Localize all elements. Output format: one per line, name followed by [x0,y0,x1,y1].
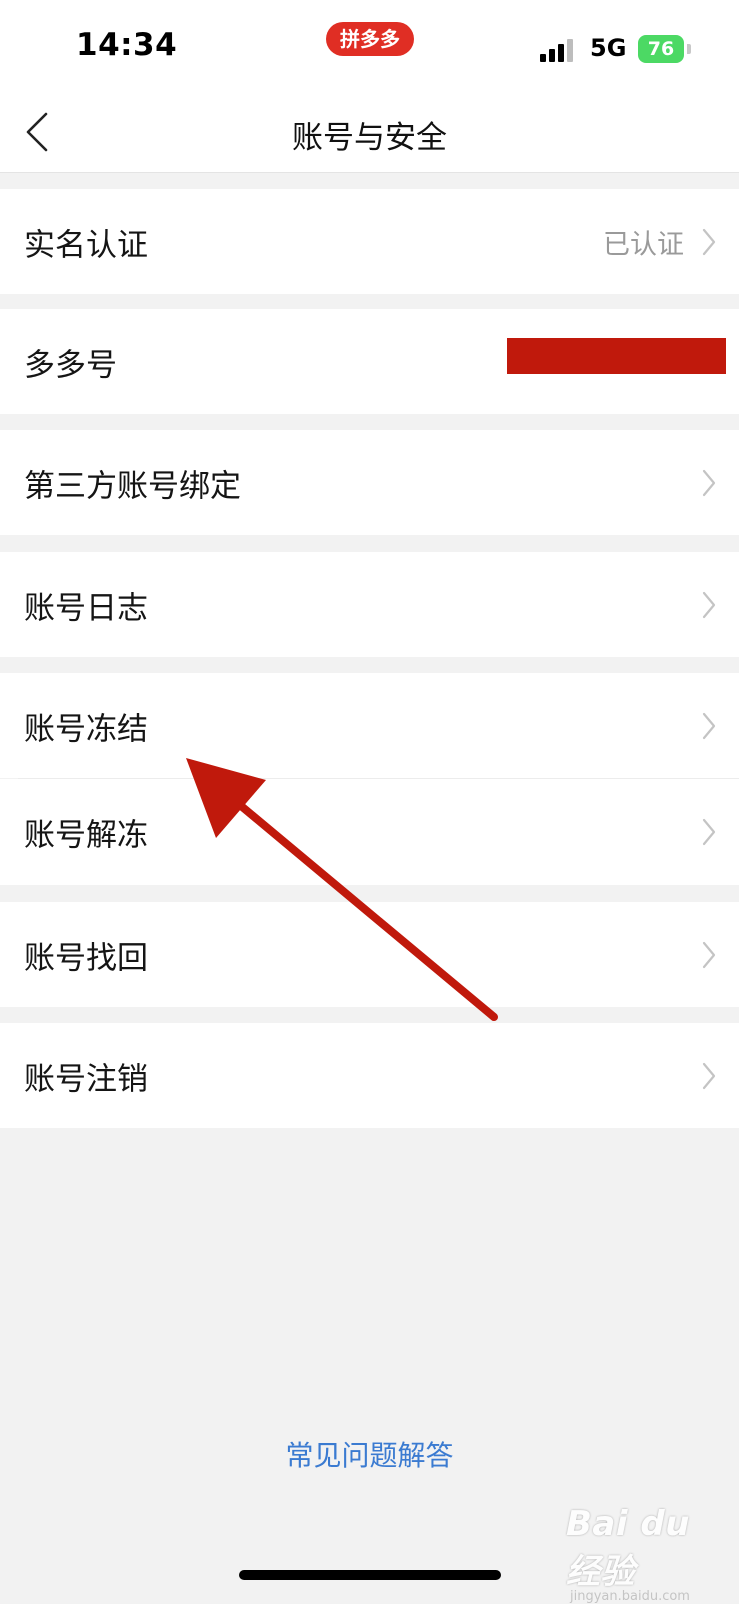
row-account-freeze[interactable]: 账号冻结 [0,673,739,778]
baidu-jingyan-watermark: Bai du 经验 jingyan.baidu.com [566,1504,736,1604]
chevron-right-icon [702,1062,716,1089]
app-badge: 拼多多 [326,22,414,56]
page-title: 账号与安全 [292,120,447,156]
row-label: 账号日志 [24,590,148,626]
watermark-url: jingyan.baidu.com [570,1589,690,1604]
home-indicator[interactable] [239,1570,501,1580]
row-label: 实名认证 [24,227,148,263]
row-label: 账号注销 [24,1061,148,1097]
faq-link[interactable]: 常见问题解答 [0,1434,739,1474]
chevron-right-icon [702,469,716,496]
row-duoduo-id: 多多号 [0,309,739,414]
redacted-value [507,338,726,374]
chevron-right-icon [702,941,716,968]
network-type: 5G [590,34,627,62]
row-account-log[interactable]: 账号日志 [0,552,739,657]
battery-cap [687,44,691,54]
status-time: 14:34 [76,27,178,63]
row-real-name-verification[interactable]: 实名认证 已认证 [0,189,739,294]
chevron-right-icon [702,712,716,739]
row-label: 账号冻结 [24,711,148,747]
row-label: 第三方账号绑定 [24,468,241,504]
row-label: 账号找回 [24,940,148,976]
row-label: 账号解冻 [24,817,148,854]
chevron-right-icon [702,228,716,255]
watermark-logo-text: Bai du 经验 [566,1504,690,1592]
nav-bar: 账号与安全 [0,92,739,173]
status-bar: 14:34 拼多多 5G 76 [0,0,739,92]
cellular-signal-icon [540,38,580,62]
row-label: 多多号 [24,347,117,383]
row-third-party-binding[interactable]: 第三方账号绑定 [0,430,739,535]
verification-status: 已认证 [603,229,684,260]
battery-icon: 76 [638,35,684,63]
row-account-recovery[interactable]: 账号找回 [0,902,739,1007]
chevron-right-icon [702,818,716,846]
chevron-right-icon [702,591,716,618]
row-account-cancellation[interactable]: 账号注销 [0,1023,739,1128]
row-account-unfreeze[interactable]: 账号解冻 [0,779,739,885]
